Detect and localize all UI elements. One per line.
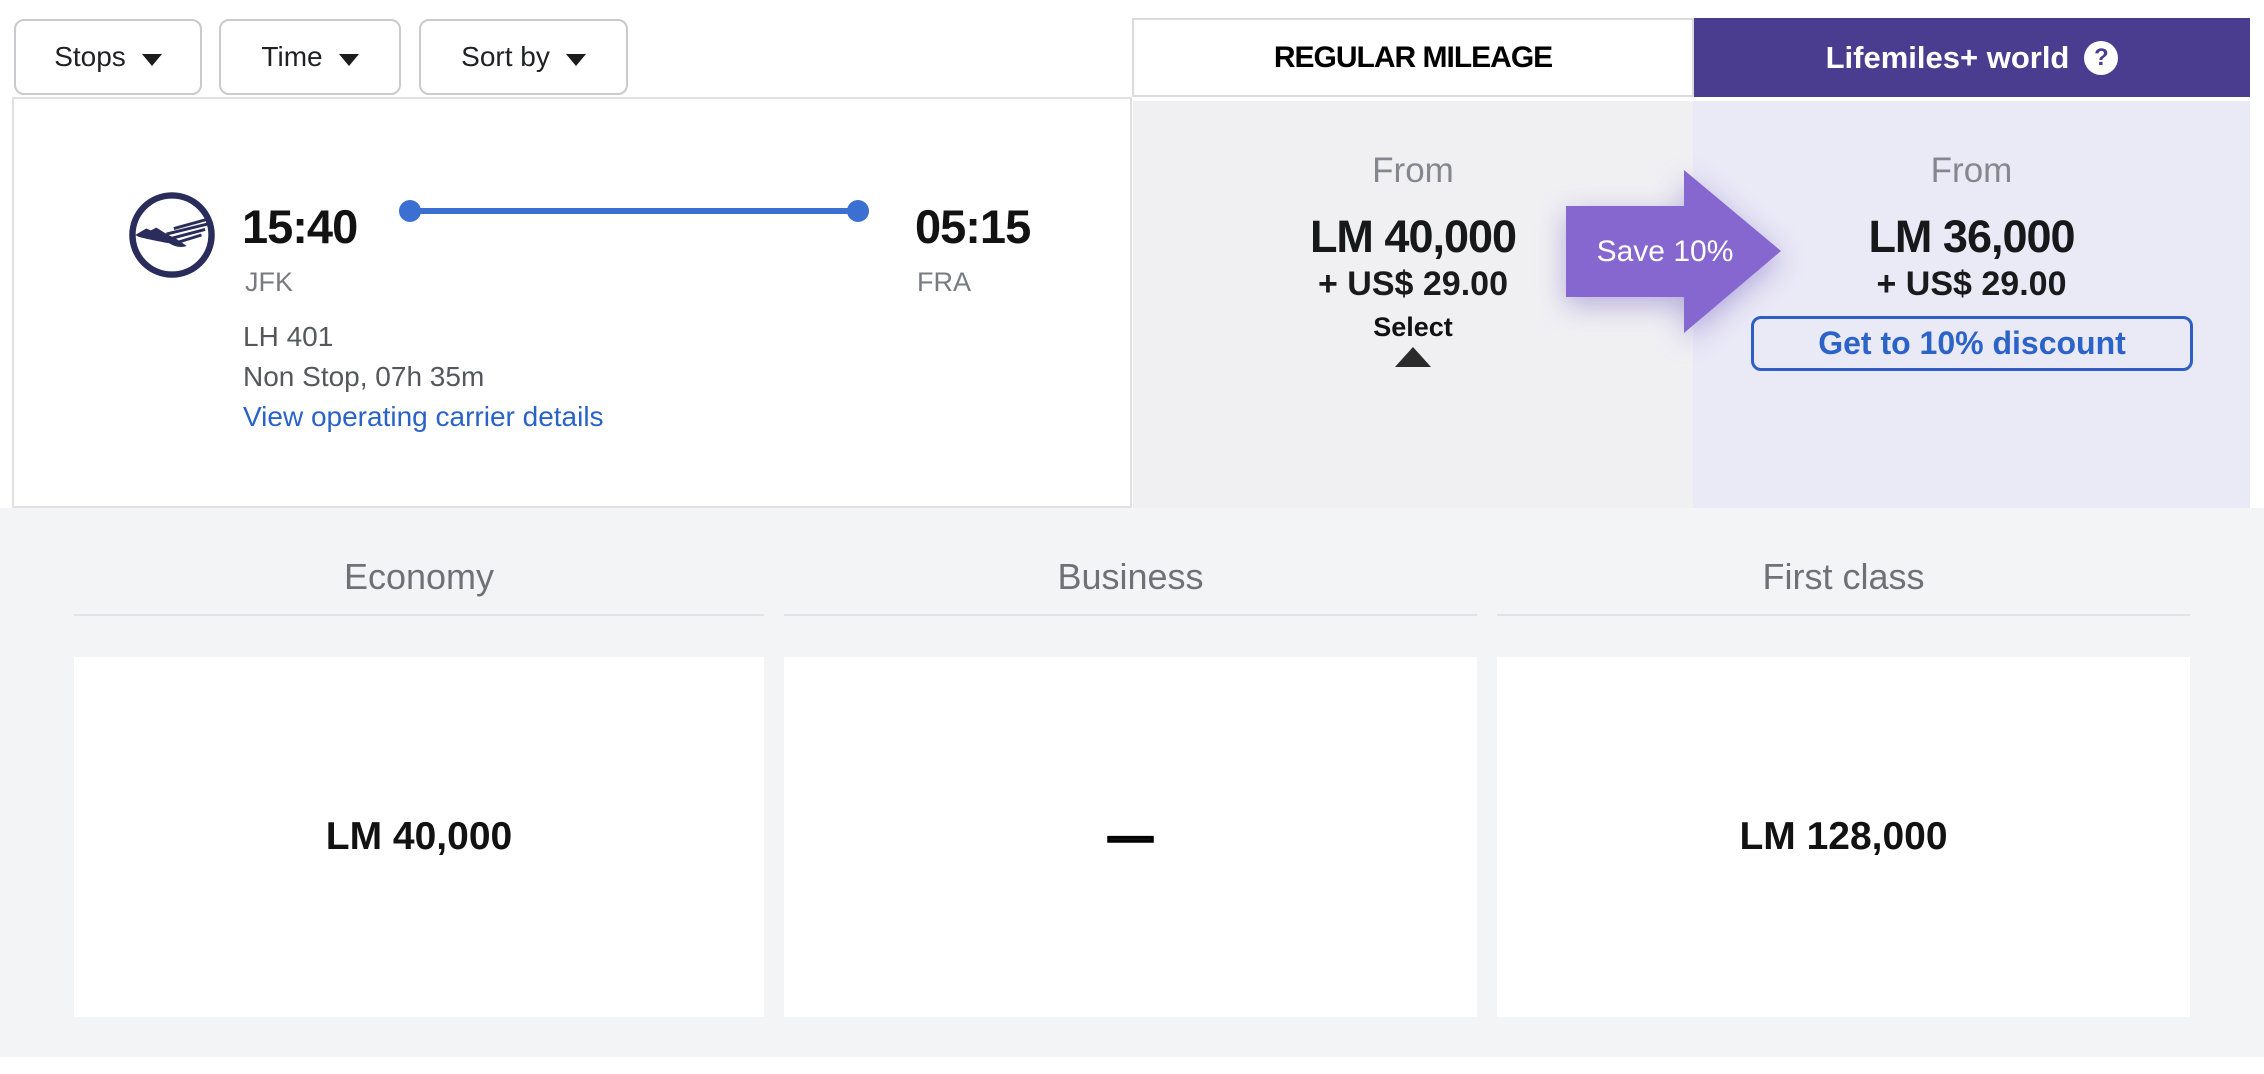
time-filter-label: Time — [261, 41, 323, 72]
flight-route-line — [399, 200, 869, 222]
chevron-down-icon — [338, 53, 359, 66]
cabin-header-economy: Economy — [343, 556, 495, 597]
departure-time: 15:40 — [242, 200, 358, 253]
economy-price-card[interactable]: LM 40,000 — [74, 657, 764, 1017]
time-filter-dropdown[interactable]: Time — [219, 19, 401, 95]
tab-lifemiles-plus-world[interactable]: Lifemiles+ world ? — [1694, 18, 2250, 97]
arrival-time: 05:15 — [915, 200, 1031, 253]
sort-by-dropdown[interactable]: Sort by — [419, 19, 628, 95]
tab-regular-mileage-label: REGULAR MILEAGE — [1273, 40, 1553, 74]
stops-filter-dropdown[interactable]: Stops — [14, 19, 202, 95]
tab-lifemiles-plus-label: Lifemiles+ world — [1825, 39, 2070, 75]
cabin-section: Economy Business First class LM 40,000 —… — [0, 508, 2264, 1057]
route-destination-dot — [847, 200, 869, 222]
cabin-header-first-class: First class — [1762, 556, 1925, 597]
save-10-percent-arrow: Save 10% — [1566, 170, 1781, 333]
flight-card: 15:40 JFK 05:15 FRA LH 401 Non Stop, 07h… — [12, 97, 1132, 508]
sort-by-label: Sort by — [461, 41, 550, 72]
route-origin-dot — [399, 200, 421, 222]
collapse-arrow-icon[interactable] — [1395, 347, 1431, 367]
flight-number: LH 401 — [243, 321, 334, 352]
lufthansa-logo-icon — [129, 192, 215, 278]
route-line — [409, 208, 859, 214]
arrival-airport: FRA — [917, 267, 971, 297]
operating-carrier-link[interactable]: View operating carrier details — [243, 401, 604, 433]
chevron-down-icon — [141, 53, 162, 66]
departure-airport: JFK — [245, 267, 294, 297]
first-class-price-card[interactable]: LM 128,000 — [1497, 657, 2190, 1017]
save-label: Save 10% — [1596, 234, 1734, 268]
cabin-divider — [74, 614, 764, 616]
flight-results-page: Stops Time Sort by REGULAR MILEAGE Lifem… — [0, 0, 2264, 1074]
help-icon[interactable]: ? — [2084, 40, 2119, 75]
first-class-price: LM 128,000 — [1739, 815, 1948, 858]
get-discount-button[interactable]: Get to 10% discount — [1751, 316, 2193, 371]
cabin-header-business: Business — [1057, 556, 1204, 597]
business-price-unavailable: — — [1107, 811, 1154, 863]
cabin-divider — [784, 614, 1477, 616]
business-price-card: — — [784, 657, 1477, 1017]
tab-regular-mileage[interactable]: REGULAR MILEAGE — [1132, 18, 1694, 97]
economy-price: LM 40,000 — [325, 815, 513, 858]
stops-filter-label: Stops — [54, 41, 126, 72]
chevron-down-icon — [565, 53, 586, 66]
stops-and-duration: Non Stop, 07h 35m — [243, 361, 485, 392]
cabin-divider — [1497, 614, 2190, 616]
